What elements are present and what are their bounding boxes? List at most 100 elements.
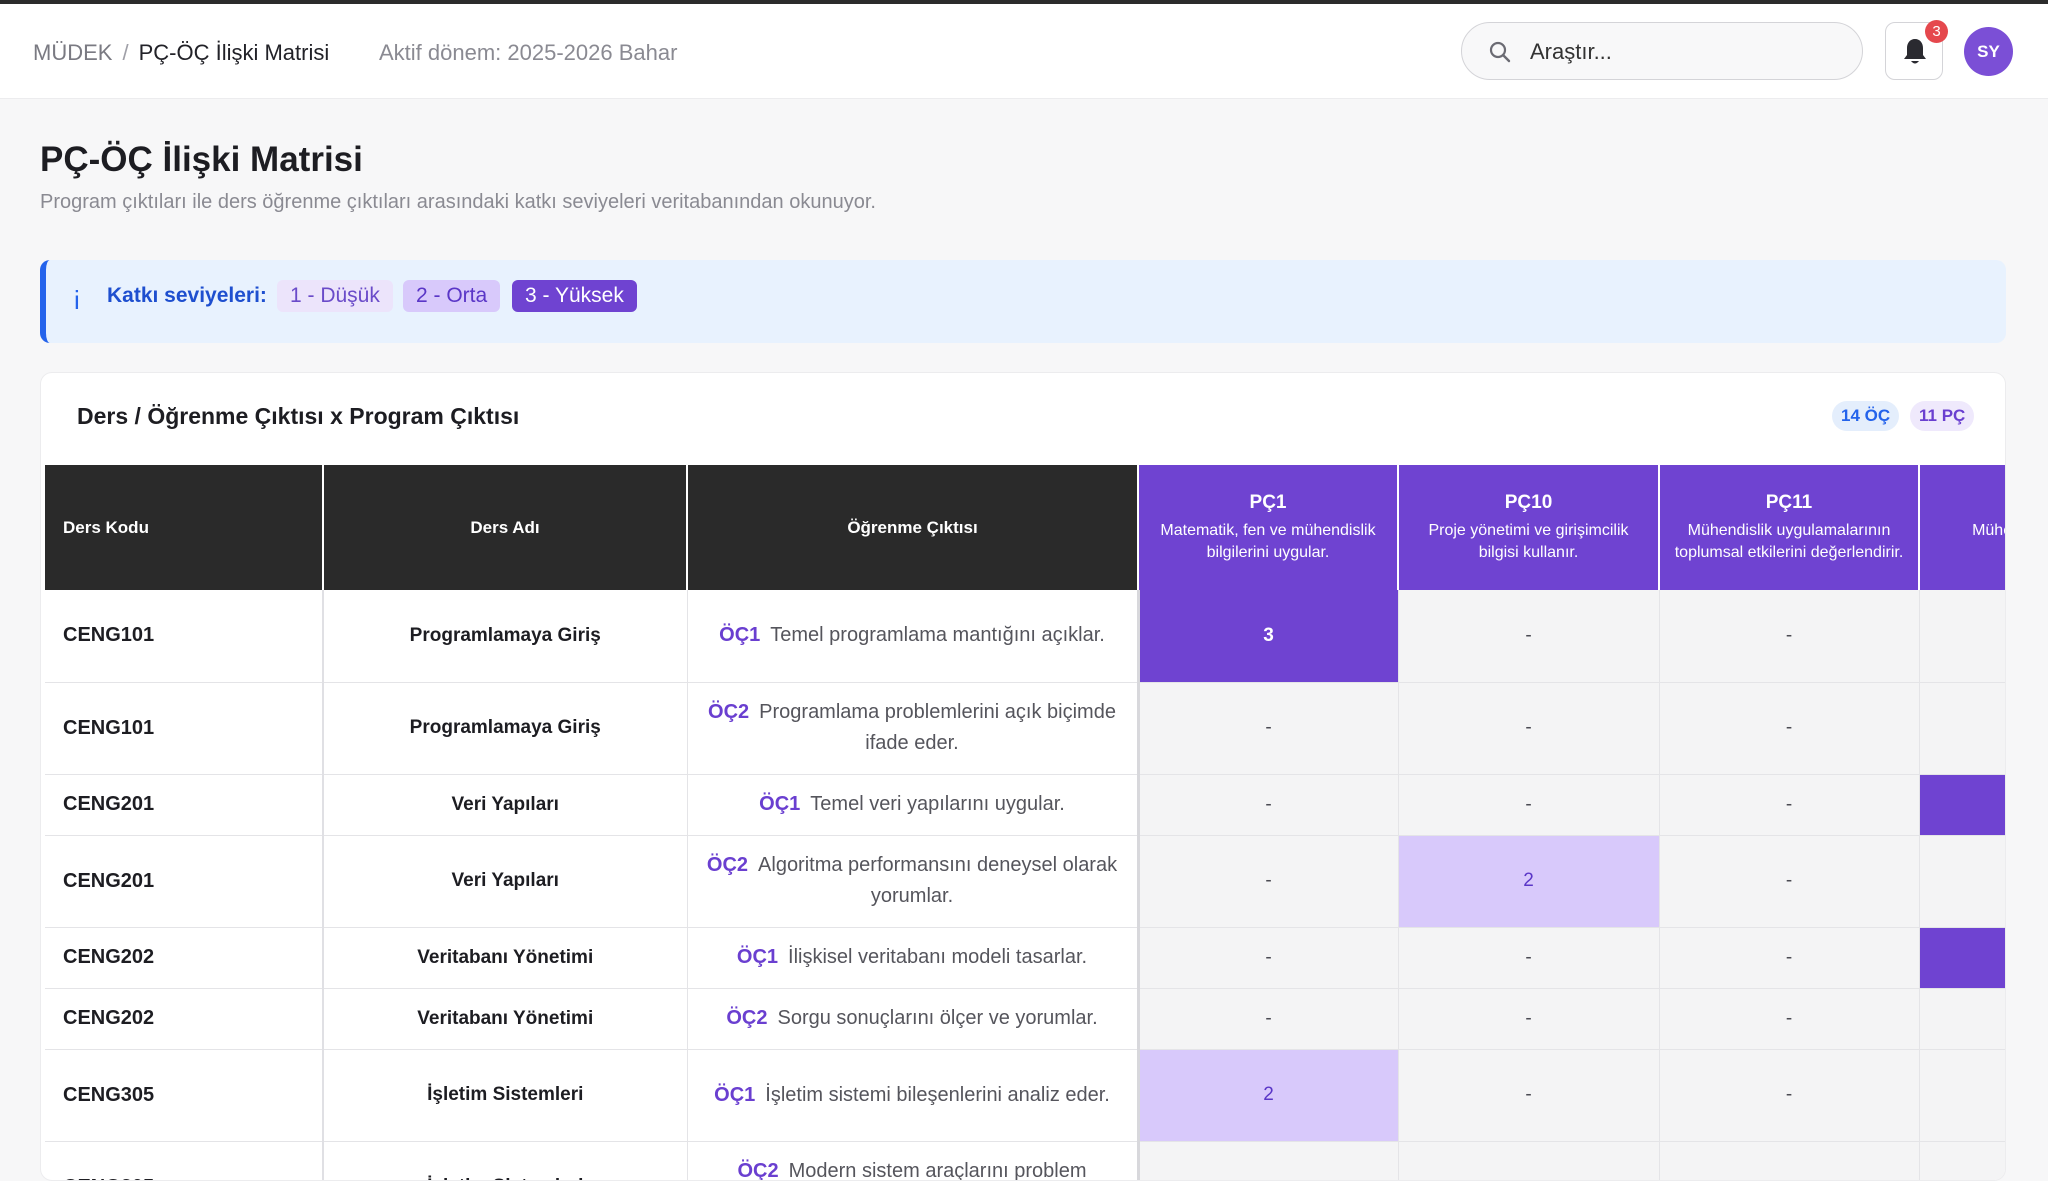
table-body: CENG101 Programlamaya Giriş ÖÇ1 Temel progr…	[45, 590, 2005, 1181]
matrix-cell[interactable]: 2	[1398, 835, 1660, 928]
breadcrumb-root[interactable]: MÜDEK	[33, 40, 112, 65]
matrix-cell[interactable]: 2	[1138, 1049, 1399, 1142]
active-period: Aktif dönem: 2025-2026 Bahar	[379, 40, 678, 65]
table-row: CENG201 Veri Yapıları ÖÇ1 Temel veri yapıla…	[45, 774, 2005, 836]
header-pc10[interactable]: PÇ10 Proje yönetimi ve girişimcilik bilg…	[1398, 465, 1660, 590]
cell-learning-outcome: ÖÇ1 İlişkisel veritabanı modeli tasarlar.	[687, 927, 1140, 989]
matrix-cell[interactable]	[1138, 1141, 1399, 1180]
info-icon: i	[74, 285, 80, 315]
outcome-code: ÖÇ2	[726, 1007, 768, 1029]
matrix-cell[interactable]: -	[1398, 988, 1660, 1050]
oc-count-badge: 14 ÖÇ	[1832, 401, 1900, 431]
matrix-cell[interactable]: -	[1659, 774, 1920, 836]
outcome-text: Temel programlama mantığını açıklar.	[770, 624, 1105, 647]
pc-code: PÇ11	[1765, 491, 1813, 513]
header-pc11[interactable]: PÇ11 Mühendislik uygulamalarının toplums…	[1659, 465, 1920, 590]
table-row: CENG202 Veritabanı Yönetimi ÖÇ1 İlişkisel v…	[45, 927, 2005, 989]
cell-learning-outcome: ÖÇ2 Programlama problemlerini açık biçimd…	[687, 682, 1140, 775]
header-learning-outcome[interactable]: Öğrenme Çıktısı	[687, 465, 1139, 590]
matrix-cell[interactable]: -	[1138, 927, 1399, 989]
matrix-cell[interactable]	[1919, 682, 2005, 775]
matrix-cell[interactable]: 3	[1138, 590, 1399, 683]
matrix-cell[interactable]: -	[1659, 682, 1920, 775]
matrix-cell[interactable]: -	[1659, 927, 1920, 989]
matrix-cell[interactable]: -	[1398, 682, 1660, 775]
outcome-text: Temel veri yapılarını uygular.	[810, 793, 1065, 815]
info-banner: i Katkı seviyeleri: 1 - Düşük 2 - Orta 3…	[40, 260, 2006, 343]
cell-course-code: CENG201	[45, 835, 324, 928]
matrix-cell[interactable]: -	[1398, 774, 1660, 836]
search-box[interactable]	[1461, 22, 1863, 80]
cell-course-name: Programlamaya Giriş	[322, 590, 688, 683]
user-avatar[interactable]: SY	[1964, 27, 2013, 76]
matrix-cell[interactable]	[1919, 1141, 2005, 1180]
matrix-cell[interactable]: 3	[1919, 927, 2005, 989]
matrix-cell[interactable]	[1398, 1141, 1660, 1180]
matrix-cell[interactable]: -	[1659, 988, 1920, 1050]
header-pc1[interactable]: PÇ1 Matematik, fen ve mühendislik bilgil…	[1138, 465, 1399, 590]
matrix-cell[interactable]	[1919, 590, 2005, 683]
outcome-code: ÖÇ1	[719, 624, 761, 647]
pc-code: PÇ1	[1249, 491, 1287, 513]
outcome-code: ÖÇ1	[759, 793, 801, 815]
matrix-cell[interactable]	[1659, 1141, 1920, 1180]
cell-learning-outcome: ÖÇ1 İşletim sistemi bileşenlerini analiz …	[687, 1049, 1140, 1142]
matrix-cell[interactable]: -	[1659, 835, 1920, 928]
level-chip-low: 1 - Düşük	[277, 280, 393, 312]
matrix-cell[interactable]: -	[1659, 1049, 1920, 1142]
search-icon	[1489, 41, 1511, 63]
outcome-text: Programlama problemlerini açık biçimde i…	[759, 701, 1116, 754]
matrix-cell[interactable]	[1919, 1049, 2005, 1142]
cell-course-name: İşletim Sistemleri	[322, 1049, 688, 1142]
cell-course-code: CENG202	[45, 988, 324, 1050]
table-row: CENG201 Veri Yapıları ÖÇ2 Algoritma perform…	[45, 835, 2005, 928]
matrix-table-scroll[interactable]: Ders Kodu Ders Adı Öğrenme Çıktısı PÇ1 M…	[45, 465, 2005, 1181]
header-course-code[interactable]: Ders Kodu	[45, 465, 324, 590]
matrix-cell[interactable]: -	[1398, 590, 1660, 683]
search-input[interactable]	[1528, 35, 1832, 69]
header-pc-next[interactable]: Mühen... anali...	[1919, 465, 2005, 590]
cell-learning-outcome: ÖÇ1 Temel programlama mantığını açıklar.	[687, 590, 1140, 683]
matrix-cell[interactable]: -	[1138, 988, 1399, 1050]
matrix-cell[interactable]	[1919, 835, 2005, 928]
cell-course-code: CENG101	[45, 590, 324, 683]
table-header-row: Ders Kodu Ders Adı Öğrenme Çıktısı PÇ1 M…	[45, 465, 2005, 590]
cell-course-code: CENG305	[45, 1049, 324, 1142]
outcome-code: ÖÇ1	[736, 946, 779, 968]
outcome-text: Modern sistem araçlarını problem çözmede…	[788, 1160, 1087, 1181]
pc-description: Matematik, fen ve mühendislik bilgilerin…	[1160, 521, 1376, 561]
outcome-code: ÖÇ2	[708, 701, 750, 723]
cell-learning-outcome: ÖÇ2 Modern sistem araçlarını problem çözm…	[687, 1141, 1140, 1181]
cell-course-name: Veritabanı Yönetimi	[322, 927, 688, 989]
outcome-text: Algoritma performansını deneysel olarak …	[758, 854, 1118, 907]
bell-icon	[1904, 39, 1926, 64]
pc-description: Mühen... anali...	[1972, 521, 2005, 539]
page-title: PÇ-ÖÇ İlişki Matrisi	[40, 140, 363, 179]
matrix-cell[interactable]: -	[1138, 835, 1399, 928]
top-bar: MÜDEK / PÇ-ÖÇ İlişki Matrisi Aktif dönem: …	[0, 4, 2048, 99]
table-row: CENG101 Programlamaya Giriş ÖÇ1 Temel progr…	[45, 590, 2005, 683]
table-row: CENG305İşletim Sistemleri ÖÇ2 Modern siste…	[45, 1141, 2005, 1181]
cell-course-code: CENG202	[45, 927, 324, 989]
outcome-text: İşletim sistemi bileşenlerini analiz ede…	[765, 1083, 1110, 1106]
cell-course-code: CENG101	[45, 682, 324, 775]
outcome-code: ÖÇ2	[706, 854, 749, 876]
table-row: CENG305 İşletim Sistemleri ÖÇ1 İşletim sist…	[45, 1049, 2005, 1142]
matrix-cell[interactable]: -	[1138, 682, 1399, 775]
cell-learning-outcome: ÖÇ2 Sorgu sonuçlarını ölçer ve yorumlar.	[687, 988, 1140, 1050]
matrix-cell[interactable]: -	[1138, 774, 1399, 836]
card-title: Ders / Öğrenme Çıktısı x Program Çıktısı	[77, 403, 520, 429]
matrix-card: Ders / Öğrenme Çıktısı x Program Çıktısı…	[40, 372, 2006, 1181]
matrix-cell[interactable]: -	[1659, 590, 1920, 683]
matrix-cell[interactable]: -	[1398, 927, 1660, 989]
matrix-cell[interactable]	[1919, 988, 2005, 1050]
header-course-name[interactable]: Ders Adı	[323, 465, 688, 590]
matrix-cell[interactable]: -	[1398, 1049, 1660, 1142]
outcome-code: ÖÇ1	[714, 1083, 756, 1106]
matrix-cell[interactable]: 3	[1919, 774, 2005, 836]
cell-course-code: CENG305	[45, 1141, 324, 1180]
breadcrumb-current: PÇ-ÖÇ İlişki Matrisi	[138, 40, 330, 65]
pc-code: PÇ10	[1504, 491, 1553, 513]
page-subtitle: Program çıktıları ile ders öğrenme çıktı…	[40, 191, 876, 213]
pc-description: Mühendislik uygulamalarının toplumsal et…	[1674, 521, 1904, 561]
